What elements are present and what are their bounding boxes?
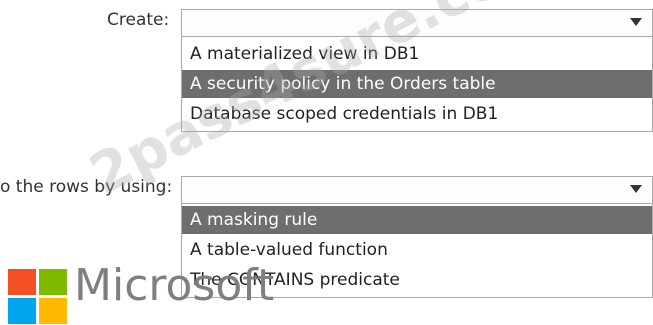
chevron-down-icon[interactable] bbox=[630, 18, 642, 26]
create-label: Create: bbox=[107, 10, 170, 30]
rows-dropdown[interactable] bbox=[181, 176, 653, 204]
logo-square-blue bbox=[8, 298, 36, 324]
create-dropdown[interactable] bbox=[181, 9, 653, 37]
microsoft-wordmark: Microsoft bbox=[74, 260, 275, 311]
create-option-materialized-view[interactable]: A materialized view in DB1 bbox=[182, 40, 652, 68]
microsoft-logo-icon bbox=[8, 269, 70, 325]
create-options-list: A materialized view in DB1 A security po… bbox=[181, 37, 653, 132]
dropdown-question-area: Create: A materialized view in DB1 A sec… bbox=[0, 0, 653, 325]
logo-square-green bbox=[39, 269, 67, 295]
create-option-security-policy[interactable]: A security policy in the Orders table bbox=[182, 70, 652, 98]
rows-option-masking-rule[interactable]: A masking rule bbox=[182, 206, 652, 234]
create-option-scoped-credentials[interactable]: Database scoped credentials in DB1 bbox=[182, 100, 652, 128]
logo-square-red bbox=[8, 269, 36, 295]
rows-label: o the rows by using: bbox=[0, 177, 173, 197]
chevron-down-icon[interactable] bbox=[630, 185, 642, 193]
logo-square-yellow bbox=[39, 298, 67, 324]
